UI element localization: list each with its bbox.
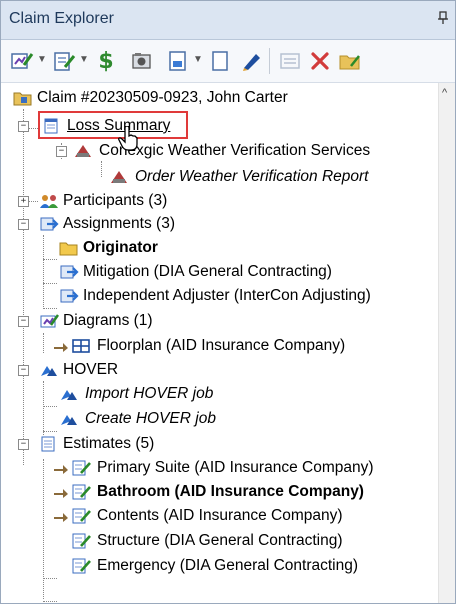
floorplan-icon	[71, 338, 90, 354]
estimate-icon	[71, 533, 91, 549]
tree-item-contents[interactable]: Contents (AID Insurance Company)	[1, 505, 421, 527]
sketch-icon[interactable]	[239, 49, 265, 73]
tree-item-independent-adjuster[interactable]: Independent Adjuster (InterCon Adjusting…	[1, 285, 421, 307]
chevron-down-icon[interactable]: ▼	[37, 54, 47, 65]
list-disabled-icon	[277, 49, 303, 73]
tree-item-import-hover[interactable]: Import HOVER job	[1, 383, 301, 405]
estimate-icon	[71, 508, 91, 524]
sync-arrow-icon	[53, 508, 71, 524]
new-doc-icon[interactable]	[165, 49, 191, 73]
tree-item-label: Assignments (3)	[63, 215, 175, 232]
hover-icon	[59, 386, 77, 402]
photos-icon[interactable]	[129, 49, 155, 73]
weather-report-icon	[109, 169, 127, 185]
sync-arrow-icon	[53, 484, 71, 500]
hover-icon	[59, 411, 77, 427]
diagrams-icon	[39, 313, 60, 329]
tree-item-bathroom[interactable]: Bathroom (AID Insurance Company)	[1, 481, 431, 503]
panel-titlebar: Claim Explorer	[1, 1, 455, 40]
tree-item-floorplan[interactable]: Floorplan (AID Insurance Company)	[1, 335, 401, 357]
tree-guide-line	[43, 578, 57, 579]
new-page-icon[interactable]	[207, 49, 233, 73]
assignments-icon	[39, 216, 59, 232]
tree-item-emergency[interactable]: Emergency (DIA General Contracting)	[1, 555, 421, 577]
selection-highlight	[38, 111, 188, 139]
tree-item-label: Diagrams (1)	[63, 312, 153, 329]
folder-icon[interactable]	[337, 49, 363, 73]
tree-guide-line	[43, 283, 57, 284]
tree-item-structure[interactable]: Structure (DIA General Contracting)	[1, 530, 421, 552]
tree-item-participants[interactable]: + Participants (3)	[1, 190, 201, 212]
claim-folder-icon	[13, 90, 32, 106]
edit-doc-icon[interactable]	[51, 49, 77, 73]
tree-guide-line	[43, 406, 57, 407]
sync-arrow-icon	[53, 338, 71, 354]
chevron-down-icon[interactable]: ▼	[79, 54, 89, 65]
tree-item-originator[interactable]: Originator	[1, 237, 201, 259]
hand-cursor-icon	[118, 125, 140, 152]
tree-item-label: Create HOVER job	[85, 410, 216, 427]
tree-item-label: Originator	[83, 239, 158, 256]
pin-icon[interactable]	[437, 11, 449, 28]
tree-guide-line	[43, 259, 57, 260]
collapse-toggle[interactable]: −	[56, 146, 67, 157]
toolbar: ▼ ▼ $ ▼	[1, 40, 455, 83]
tree-item-create-hover[interactable]: Create HOVER job	[1, 408, 301, 430]
tree-item-label: Primary Suite (AID Insurance Company)	[97, 459, 374, 476]
collapse-toggle[interactable]: −	[18, 365, 29, 376]
tree-item-mitigation[interactable]: Mitigation (DIA General Contracting)	[1, 261, 401, 283]
tree-item-label: Order Weather Verification Report	[135, 168, 369, 185]
assignment-arrow-icon	[59, 288, 79, 304]
tree-item-label: HOVER	[63, 361, 119, 378]
expand-toggle[interactable]: +	[18, 196, 29, 207]
tree-item-label: Contents (AID Insurance Company)	[97, 507, 343, 524]
tree-item-label: Mitigation (DIA General Contracting)	[83, 263, 332, 280]
tree-item-label: Emergency (DIA General Contracting)	[97, 557, 359, 574]
collapse-toggle[interactable]: −	[18, 439, 29, 450]
tree-guide-line	[43, 431, 57, 432]
tree-item-claim[interactable]: Claim #20230509-0923, John Carter	[1, 87, 431, 109]
tree-item-label: Estimates (5)	[63, 435, 155, 452]
claim-tree: Claim #20230509-0923, John Carter − Loss…	[1, 83, 439, 603]
tree-item-label: Import HOVER job	[85, 385, 214, 402]
assignment-arrow-icon	[59, 264, 79, 280]
collapse-toggle[interactable]: −	[18, 121, 29, 132]
tree-item-estimates[interactable]: − Estimates (5)	[1, 433, 201, 455]
participants-icon	[39, 193, 58, 209]
payment-icon[interactable]: $	[93, 49, 119, 74]
tree-item-assignments[interactable]: − Assignments (3)	[1, 213, 201, 235]
weather-service-icon	[73, 143, 91, 159]
tree-item-primary-suite[interactable]: Primary Suite (AID Insurance Company)	[1, 457, 421, 479]
tree-item-weather-service[interactable]: − Conexgic Weather Verification Services	[1, 140, 411, 162]
estimates-icon	[39, 436, 57, 452]
collapse-toggle[interactable]: −	[18, 316, 29, 327]
tree-item-label: Participants (3)	[63, 192, 168, 209]
estimate-icon	[71, 484, 91, 500]
folder-icon	[59, 240, 78, 256]
panel-title: Claim Explorer	[9, 10, 114, 27]
toolbar-separator	[269, 48, 270, 74]
tree-item-order-weather[interactable]: Order Weather Verification Report	[1, 166, 391, 188]
estimate-icon	[71, 558, 91, 574]
estimate-icon	[71, 460, 91, 476]
vertical-scrollbar[interactable]: ^	[438, 83, 455, 603]
sync-arrow-icon	[53, 460, 71, 476]
claim-explorer-panel: Claim Explorer ▼ ▼ $ ▼ Claim #20230509-0…	[0, 0, 456, 604]
tree-item-label: Structure (DIA General Contracting)	[97, 532, 343, 549]
delete-icon[interactable]	[307, 49, 333, 73]
tree-item-hover[interactable]: − HOVER	[1, 359, 201, 381]
tree-guide-line	[43, 308, 57, 309]
chevron-up-icon[interactable]: ^	[442, 87, 447, 99]
collapse-toggle[interactable]: −	[18, 219, 29, 230]
tree-item-label: Claim #20230509-0923, John Carter	[37, 89, 288, 106]
tree-guide-line	[43, 601, 57, 602]
tree-item-label: Independent Adjuster (InterCon Adjusting…	[83, 287, 371, 304]
tree-item-diagrams[interactable]: − Diagrams (1)	[1, 310, 201, 332]
chevron-down-icon[interactable]: ▼	[193, 54, 203, 65]
tree-item-label: Floorplan (AID Insurance Company)	[97, 337, 346, 354]
edit-claim-icon[interactable]	[9, 49, 35, 73]
hover-icon	[39, 362, 57, 378]
tree-item-label: Bathroom (AID Insurance Company)	[97, 483, 364, 500]
